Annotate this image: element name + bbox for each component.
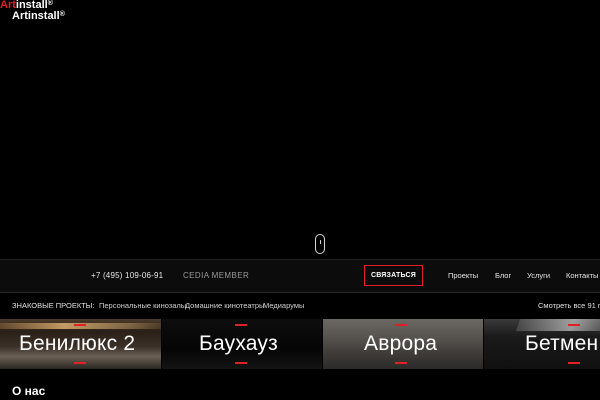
tab-personal-cinemas[interactable]: Персональные кинозалы	[99, 301, 186, 310]
header-bar: +7 (495) 109-06-91 CEDIA MEMBER СВЯЗАТЬС…	[0, 259, 600, 293]
accent-line	[235, 324, 247, 326]
accent-line	[235, 362, 247, 364]
project-card[interactable]: Аврора	[323, 319, 483, 369]
tab-media-rooms[interactable]: Медиарумы	[263, 301, 304, 310]
tab-home-theaters[interactable]: Домашние кинотеатры	[185, 301, 264, 310]
project-card-title: Баухауз	[199, 332, 278, 355]
card-image	[515, 319, 600, 331]
accent-line	[395, 324, 407, 326]
cedia-member-label: CEDIA MEMBER	[183, 271, 250, 280]
accent-line	[74, 362, 86, 364]
project-card[interactable]: Бенилюкс 2	[0, 319, 161, 369]
projects-label: ЗНАКОВЫЕ ПРОЕКТЫ:	[12, 301, 95, 310]
see-all-projects-link[interactable]: Смотреть все 91 п	[538, 301, 600, 310]
contact-button[interactable]: СВЯЗАТЬСЯ	[364, 265, 423, 286]
accent-line	[395, 362, 407, 364]
mouse-wheel	[319, 240, 321, 244]
accent-line	[568, 362, 580, 364]
nav-blog[interactable]: Блог	[495, 271, 511, 280]
mouse-scroll-icon[interactable]	[315, 234, 325, 254]
nav-services[interactable]: Услуги	[527, 271, 550, 280]
phone-link[interactable]: +7 (495) 109-06-91	[91, 271, 163, 280]
project-cards: Бенилюкс 2 Баухауз Аврора Бетмен	[0, 319, 600, 369]
nav-projects[interactable]: Проекты	[448, 271, 478, 280]
accent-line	[74, 324, 86, 326]
logo[interactable]: Artinstall® Artinstall®	[0, 0, 65, 22]
accent-line	[568, 324, 580, 326]
nav-contacts[interactable]: Контакты	[566, 271, 598, 280]
projects-filter-row: ЗНАКОВЫЕ ПРОЕКТЫ: Персональные кинозалы …	[0, 293, 600, 319]
about-heading: О нас	[12, 384, 46, 398]
page: Artinstall® Artinstall® +7 (495) 109-06-…	[0, 0, 600, 400]
project-card[interactable]: Бетмен	[484, 319, 600, 369]
project-card-title: Аврора	[364, 332, 438, 355]
project-card-title: Бенилюкс 2	[19, 332, 136, 355]
logo-text: Artinstall®	[12, 10, 65, 22]
project-card-title: Бетмен	[525, 332, 599, 355]
project-card[interactable]: Баухауз	[162, 319, 322, 369]
